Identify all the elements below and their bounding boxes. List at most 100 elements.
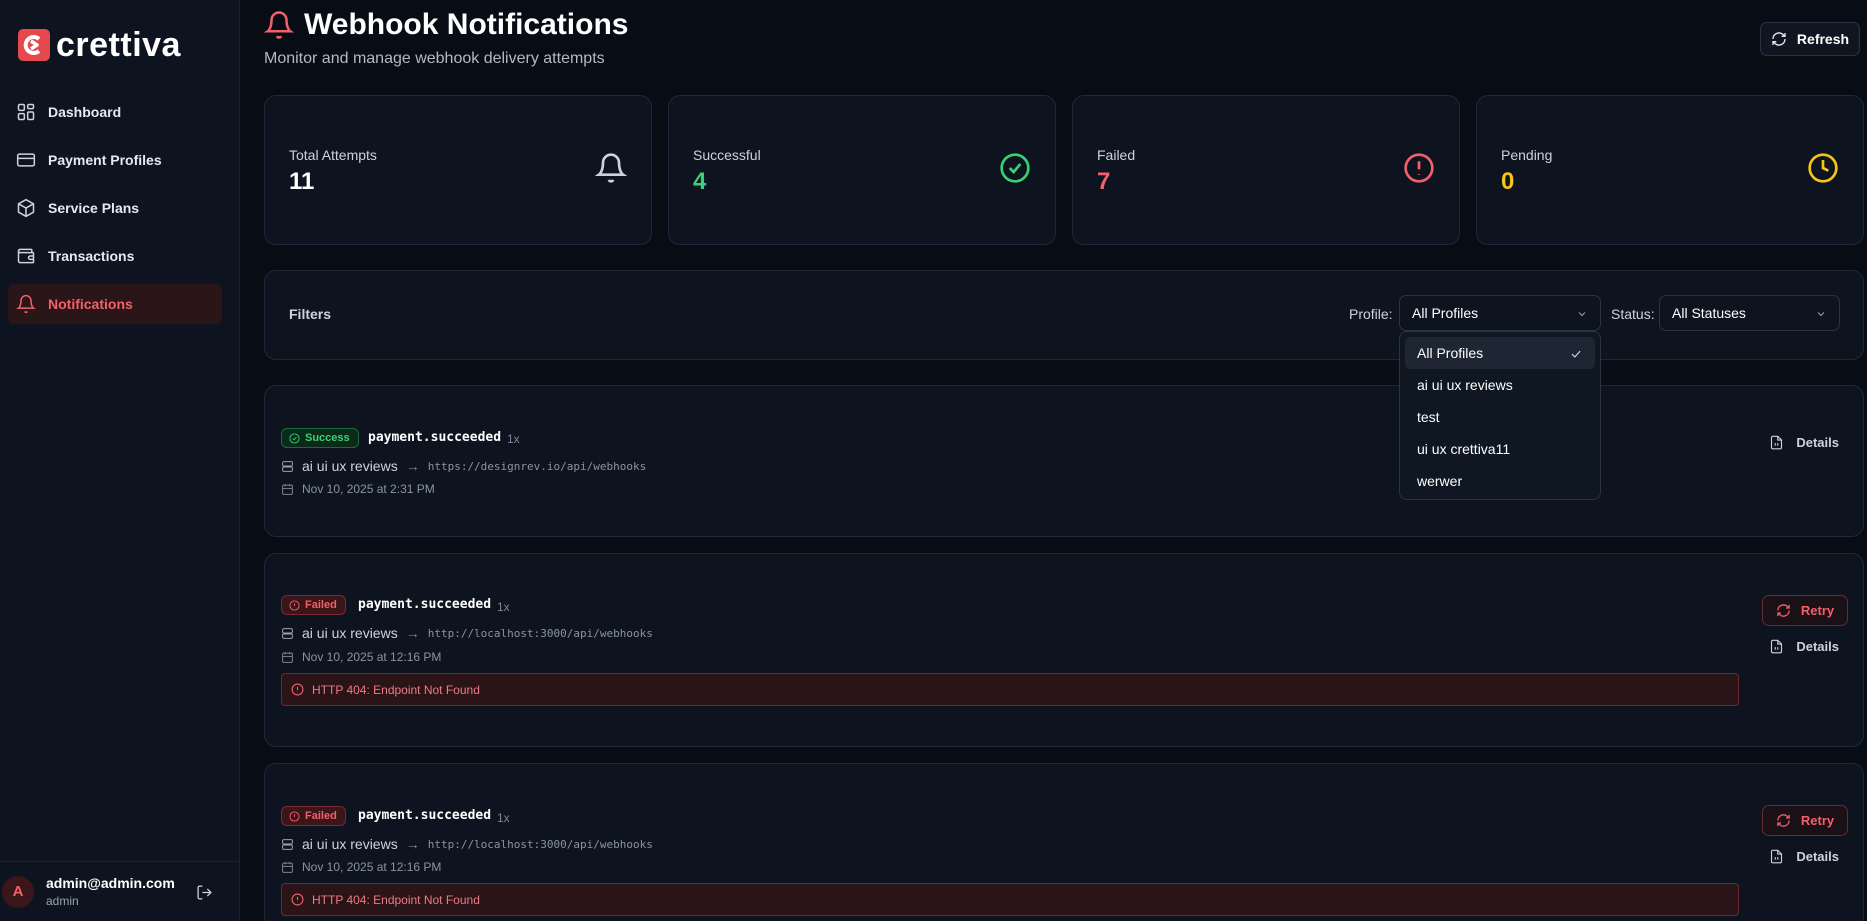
event-name: payment.succeeded xyxy=(358,597,492,612)
dropdown-option-all-profiles[interactable]: All Profiles xyxy=(1405,337,1595,369)
stat-value: 0 xyxy=(1501,168,1515,195)
notification-card: Failed payment.succeeded 1x ai ui ux rev… xyxy=(264,763,1864,921)
webhook-url: http://localhost:3000/api/webhooks xyxy=(427,626,653,640)
details-button[interactable]: Details xyxy=(1769,849,1839,864)
refresh-label: Refresh xyxy=(1796,31,1850,47)
dropdown-option[interactable]: test xyxy=(1405,401,1595,433)
retry-button[interactable]: Retry xyxy=(1762,805,1848,836)
profile-name: ai ui ux reviews xyxy=(302,625,398,641)
bell-icon xyxy=(264,11,294,39)
file-icon xyxy=(1771,435,1783,450)
retry-label: Retry xyxy=(1800,813,1835,828)
dropdown-option[interactable]: ai ui ux reviews xyxy=(1405,369,1595,401)
sidebar-item-dashboard[interactable]: Dashboard xyxy=(8,92,222,132)
clock-icon xyxy=(1808,153,1838,183)
status-badge: Failed xyxy=(281,806,346,826)
dropdown-option[interactable]: ui ux crettiva11 xyxy=(1405,433,1595,465)
profile-select-value: All Profiles xyxy=(1412,305,1479,321)
status-select[interactable]: All Statuses xyxy=(1659,295,1840,331)
retry-label: Retry xyxy=(1800,603,1835,618)
calendar-icon xyxy=(282,651,293,663)
stat-card-pending: Pending 0 xyxy=(1476,95,1864,245)
refresh-icon xyxy=(1772,32,1786,46)
dashboard-icon xyxy=(17,103,35,121)
sidebar-item-label: Dashboard xyxy=(48,104,122,120)
brand-name: crettiva xyxy=(56,26,181,64)
stat-card-total: Total Attempts 11 xyxy=(264,95,652,245)
option-label: ui ux crettiva11 xyxy=(1417,441,1511,457)
retry-button[interactable]: Retry xyxy=(1762,595,1848,626)
calendar-icon xyxy=(282,483,293,495)
refresh-button[interactable]: Refresh xyxy=(1760,22,1860,56)
details-label: Details xyxy=(1796,639,1839,654)
details-label: Details xyxy=(1796,435,1839,450)
status-select-value: All Statuses xyxy=(1672,305,1746,321)
status-badge-label: Failed xyxy=(305,810,337,822)
sidebar-item-notifications[interactable]: Notifications xyxy=(8,284,222,324)
file-icon xyxy=(1771,849,1783,864)
sidebar-item-transactions[interactable]: Transactions xyxy=(8,236,222,276)
filters-title: Filters xyxy=(289,306,332,322)
alert-circle-icon xyxy=(289,599,300,611)
sidebar: crettiva Dashboard Payment Profiles Serv… xyxy=(0,0,240,921)
logout-icon[interactable] xyxy=(196,884,213,901)
date-line: Nov 10, 2025 at 12:16 PM xyxy=(281,650,441,664)
filters-panel: Filters Profile: All Profiles Status: Al… xyxy=(264,270,1864,360)
user-profile: A admin@admin.com admin xyxy=(0,861,240,921)
profile-name: ai ui ux reviews xyxy=(302,458,398,474)
arrow-icon: → xyxy=(405,458,420,474)
user-role: admin xyxy=(46,894,79,908)
avatar[interactable]: A xyxy=(2,875,34,908)
user-email: admin@admin.com xyxy=(46,875,175,891)
event-name: payment.succeeded xyxy=(368,430,502,445)
bell-icon xyxy=(16,294,36,314)
stat-label: Pending xyxy=(1501,147,1553,163)
notification-card: Failed payment.succeeded 1x ai ui ux rev… xyxy=(264,553,1864,747)
date-line: Nov 10, 2025 at 12:16 PM xyxy=(281,860,441,874)
webhook-url: https://designrev.io/api/webhooks xyxy=(427,459,647,473)
wallet-icon xyxy=(17,248,35,264)
event-name: payment.succeeded xyxy=(358,808,492,823)
profile-filter-label: Profile: xyxy=(1349,306,1393,322)
alert-circle-icon xyxy=(291,893,304,906)
details-button[interactable]: Details xyxy=(1769,435,1839,450)
dropdown-option[interactable]: werwer xyxy=(1405,465,1595,497)
status-badge: Success xyxy=(281,428,359,448)
crettiva-logo-icon xyxy=(18,29,50,61)
chevron-down-icon xyxy=(1578,312,1586,317)
option-label: All Profiles xyxy=(1417,345,1484,361)
timestamp: Nov 10, 2025 at 12:16 PM xyxy=(302,860,442,874)
endpoint-line: ai ui ux reviews → https://designrev.io/… xyxy=(281,458,646,474)
sidebar-item-service-plans[interactable]: Service Plans xyxy=(8,188,222,228)
endpoint-line: ai ui ux reviews → http://localhost:3000… xyxy=(281,625,653,641)
check-circle-icon xyxy=(1000,153,1030,183)
profile-select[interactable]: All Profiles xyxy=(1399,295,1601,331)
webhook-url: http://localhost:3000/api/webhooks xyxy=(427,837,653,851)
stat-value: 4 xyxy=(693,168,707,195)
brand-logo[interactable]: crettiva xyxy=(18,28,181,62)
stat-label: Total Attempts xyxy=(289,147,377,163)
attempt-count: 1x xyxy=(497,811,510,825)
sidebar-item-label: Service Plans xyxy=(48,200,140,216)
file-icon xyxy=(1771,639,1783,654)
option-label: werwer xyxy=(1417,473,1463,489)
sidebar-item-label: Transactions xyxy=(48,248,135,264)
credit-card-icon xyxy=(16,153,36,167)
arrow-icon: → xyxy=(405,836,420,852)
timestamp: Nov 10, 2025 at 12:16 PM xyxy=(302,650,442,664)
sidebar-item-payment-profiles[interactable]: Payment Profiles xyxy=(8,140,222,180)
alert-circle-icon xyxy=(289,810,300,822)
error-message: HTTP 404: Endpoint Not Found xyxy=(281,673,1739,706)
arrow-icon: → xyxy=(405,625,420,641)
profile-name: ai ui ux reviews xyxy=(302,836,398,852)
endpoint-line: ai ui ux reviews → http://localhost:3000… xyxy=(281,836,653,852)
stat-value: 11 xyxy=(289,168,315,195)
server-icon xyxy=(282,627,293,639)
details-button[interactable]: Details xyxy=(1769,639,1839,654)
stat-card-failed: Failed 7 xyxy=(1072,95,1460,245)
error-message: HTTP 404: Endpoint Not Found xyxy=(281,883,1739,916)
sidebar-item-label: Payment Profiles xyxy=(48,152,162,168)
alert-circle-icon xyxy=(291,683,304,696)
date-line: Nov 10, 2025 at 2:31 PM xyxy=(281,482,435,496)
details-label: Details xyxy=(1796,849,1839,864)
